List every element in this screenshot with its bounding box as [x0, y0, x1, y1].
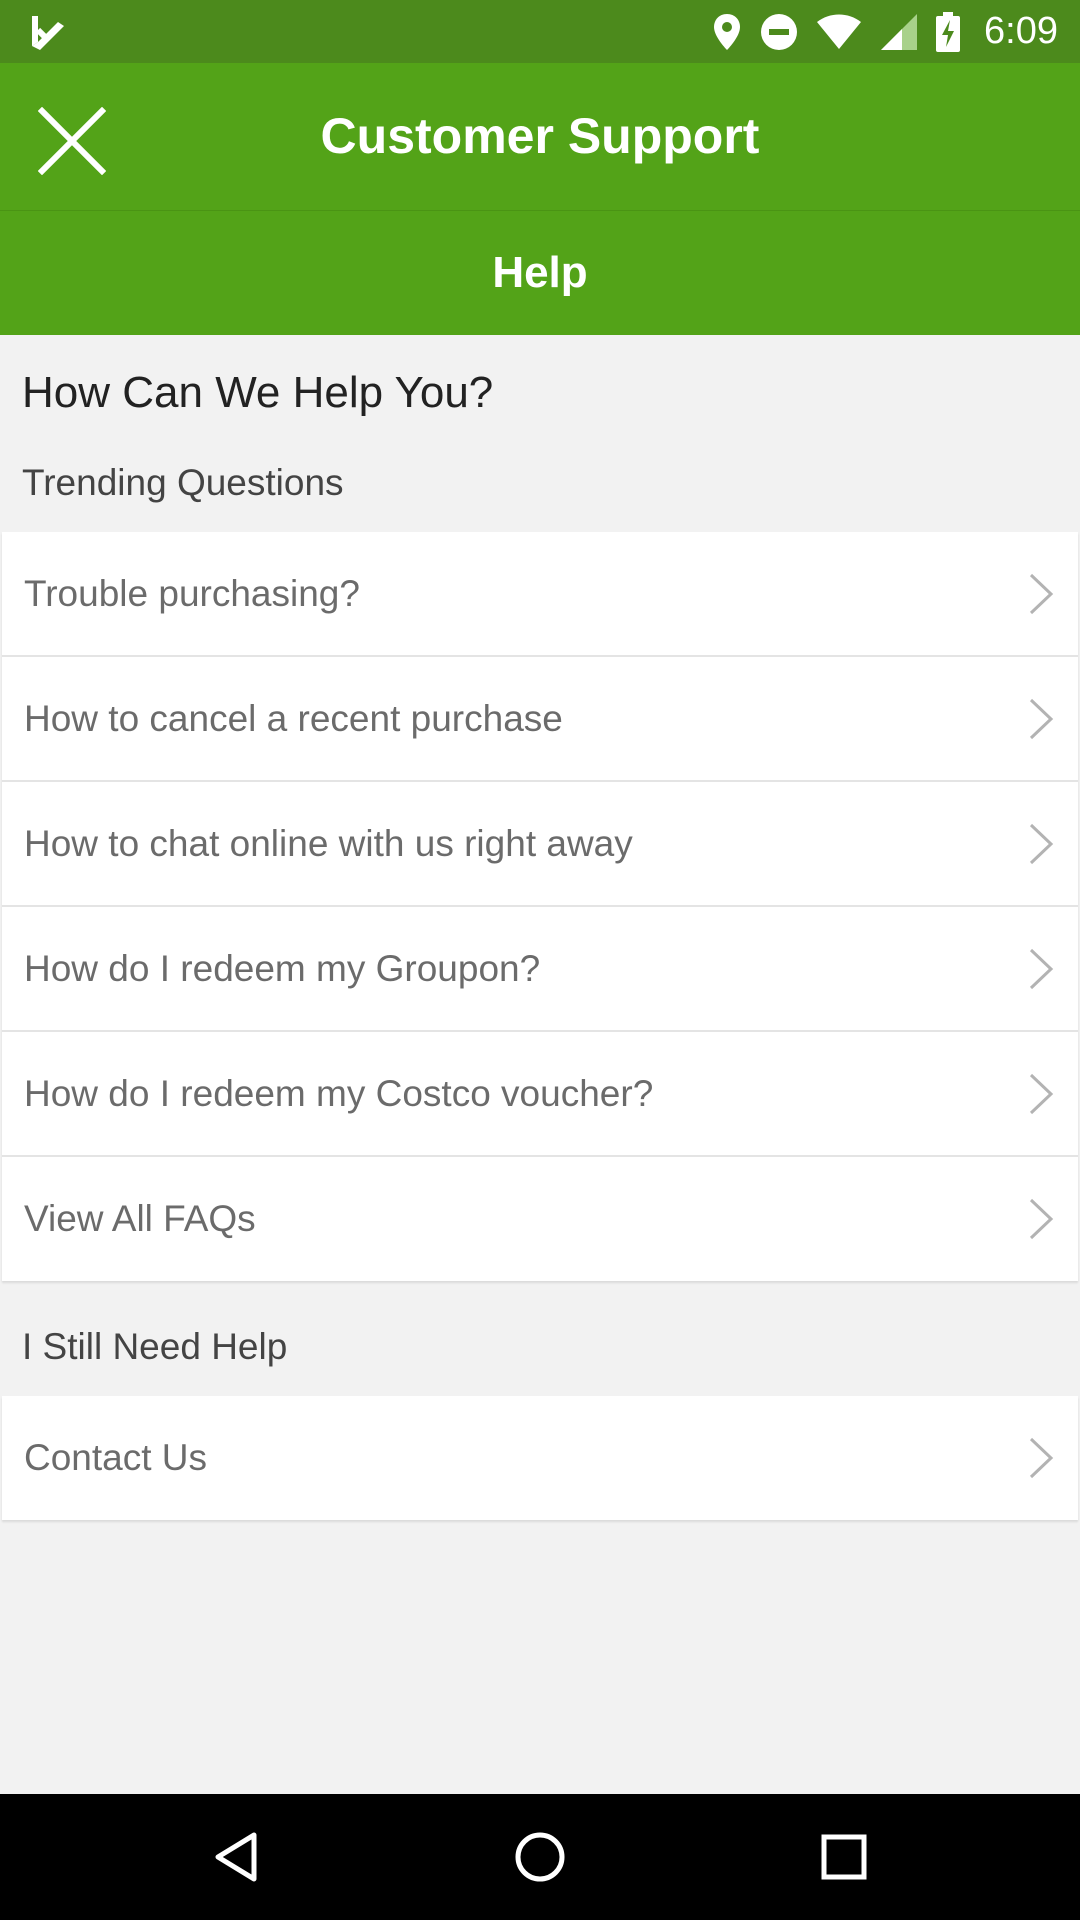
list-item[interactable]: Trouble purchasing?: [2, 532, 1078, 657]
list-item-label: How do I redeem my Groupon?: [24, 947, 541, 989]
chevron-right-icon: [1029, 1198, 1054, 1240]
recents-icon: [821, 1834, 867, 1880]
back-icon: [215, 1832, 257, 1882]
list-item-label: Trouble purchasing?: [24, 572, 360, 614]
home-button[interactable]: [470, 1794, 610, 1920]
list-item[interactable]: How to cancel a recent purchase: [2, 657, 1078, 782]
help-heading: How Can We Help You?: [22, 368, 494, 417]
status-icons: 6:09: [712, 0, 1058, 63]
cell-signal-icon: [880, 13, 918, 51]
list-item-label: How to chat online with us right away: [24, 822, 633, 864]
contact-list: Contact Us: [2, 1396, 1078, 1520]
location-icon: [712, 12, 742, 52]
status-bar: 6:09: [0, 0, 1080, 63]
toolbar: Customer Support: [0, 63, 1080, 210]
do-not-disturb-icon: [760, 13, 798, 51]
list-item-label: How to cancel a recent purchase: [24, 697, 563, 739]
list-item[interactable]: How to chat online with us right away: [2, 782, 1078, 907]
still-need-help-label: I Still Need Help: [22, 1326, 288, 1367]
tab-bar: Help: [0, 211, 1080, 335]
recents-button[interactable]: [774, 1794, 914, 1920]
list-item-label: Contact Us: [24, 1437, 208, 1478]
chevron-right-icon: [1029, 1073, 1054, 1114]
home-icon: [515, 1832, 565, 1882]
system-nav-bar: [0, 1794, 1080, 1920]
tab-help[interactable]: Help: [0, 211, 1080, 335]
chevron-right-icon: [1029, 823, 1054, 864]
trending-questions-label: Trending Questions: [22, 462, 344, 503]
customer-support-screen: 6:09 Customer Support Help How Can We He…: [0, 0, 1080, 1920]
status-time: 6:09: [984, 10, 1058, 52]
back-button[interactable]: [166, 1794, 306, 1920]
check-notification-icon: [28, 12, 68, 52]
chevron-right-icon: [1029, 698, 1054, 739]
view-all-faqs-item[interactable]: View All FAQs: [2, 1157, 1078, 1281]
chevron-right-icon: [1029, 1437, 1054, 1479]
list-item[interactable]: How do I redeem my Costco voucher?: [2, 1032, 1078, 1157]
list-item-label: View All FAQs: [24, 1198, 256, 1239]
page-title: Customer Support: [320, 108, 760, 164]
chevron-right-icon: [1029, 948, 1054, 989]
trending-questions-list: Trouble purchasing? How to cancel a rece…: [2, 532, 1078, 1281]
list-item[interactable]: How do I redeem my Groupon?: [2, 907, 1078, 1032]
contact-us-item[interactable]: Contact Us: [2, 1396, 1078, 1520]
battery-charging-icon: [936, 11, 961, 52]
chevron-right-icon: [1029, 573, 1054, 614]
list-item-label: How do I redeem my Costco voucher?: [24, 1072, 654, 1114]
wifi-icon: [816, 14, 862, 50]
